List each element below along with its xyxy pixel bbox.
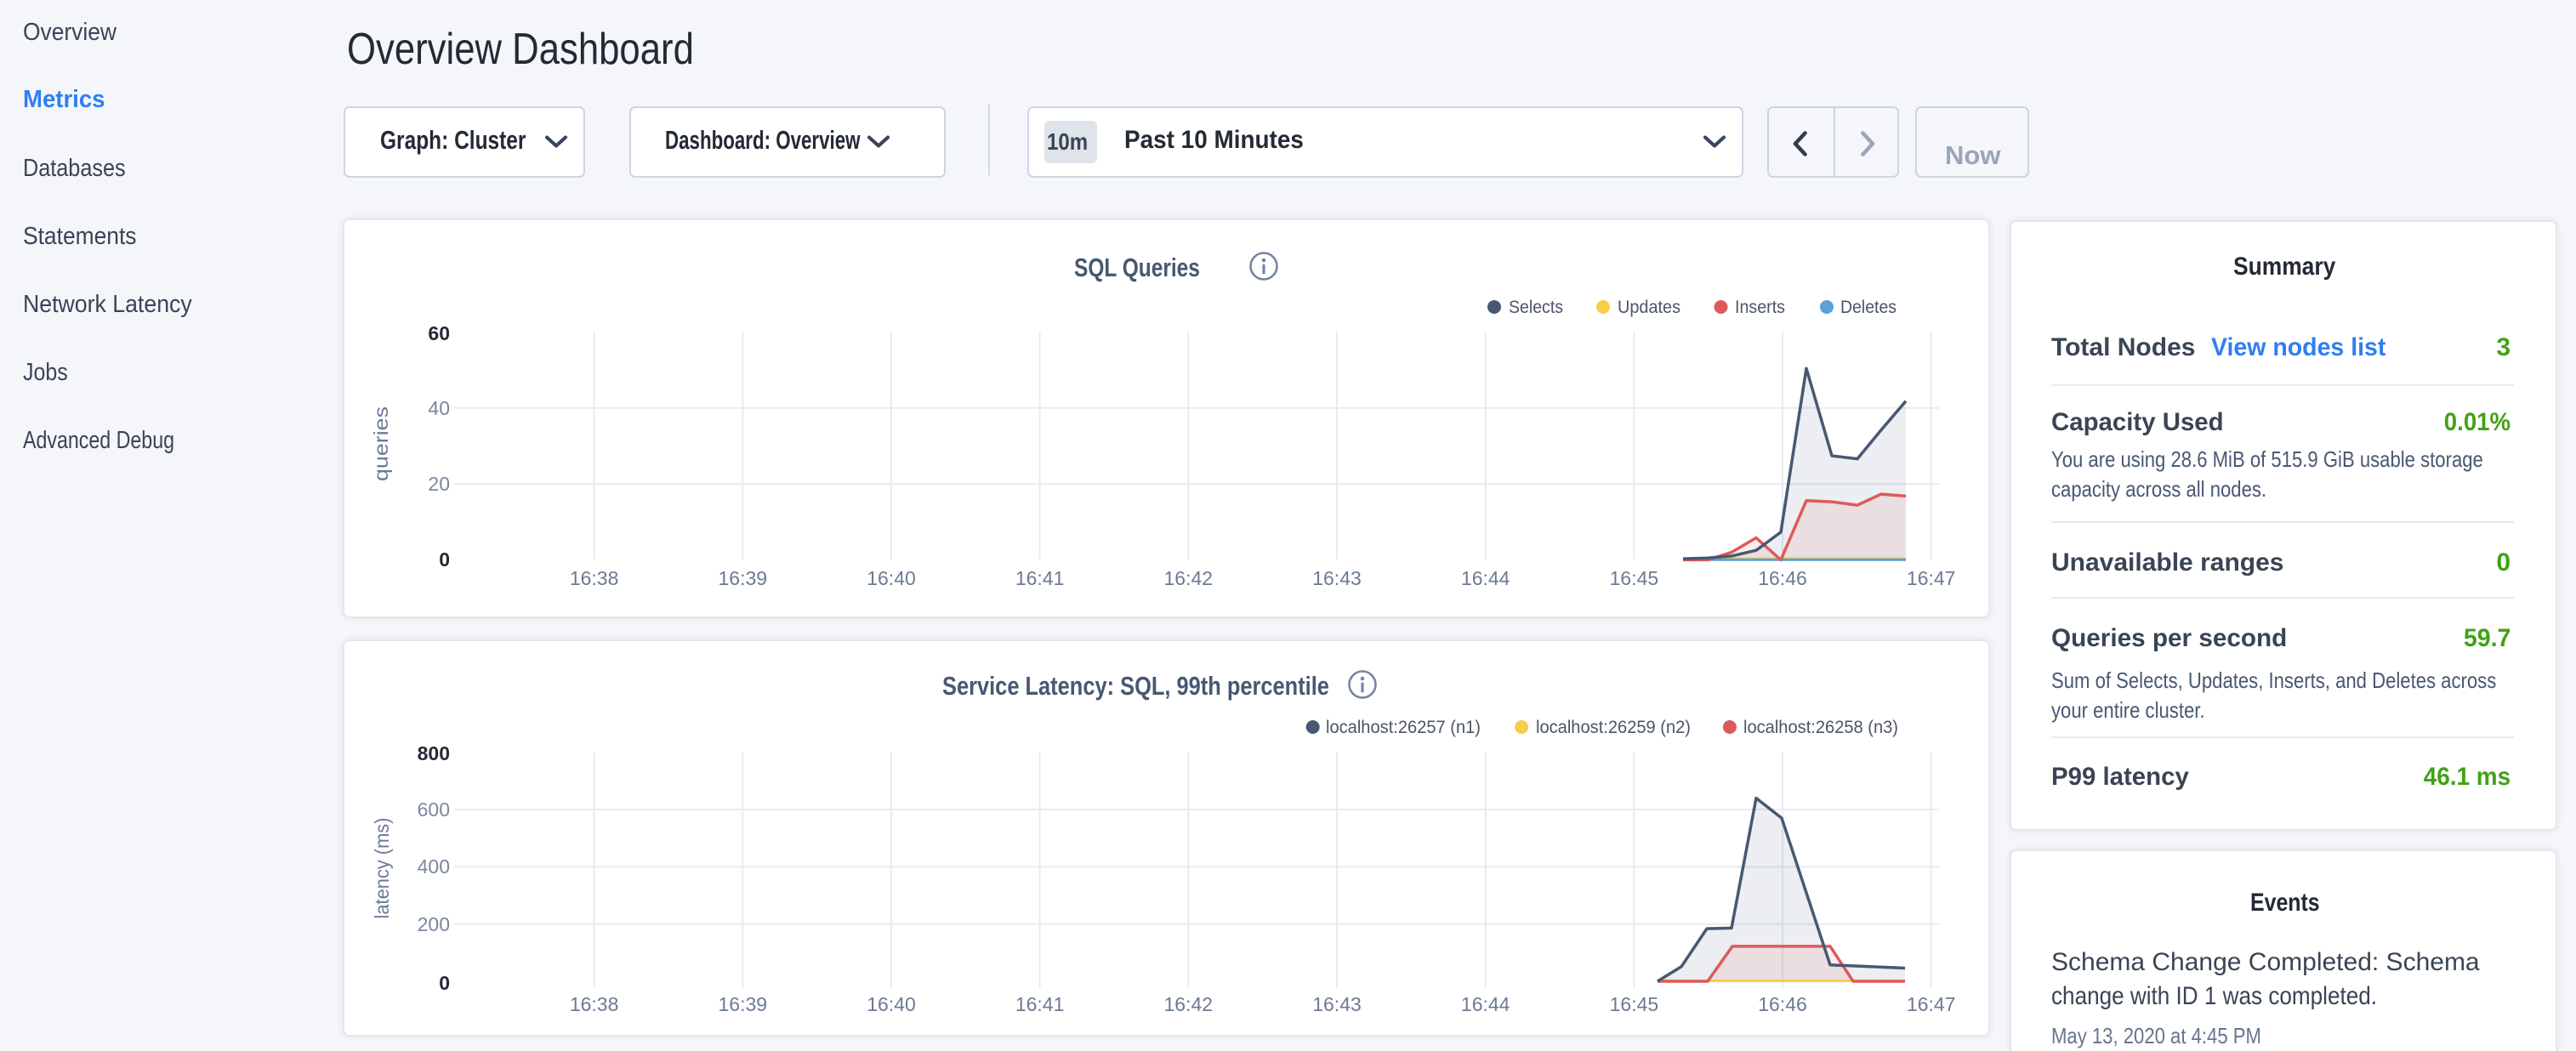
svg-text:16:47: 16:47 <box>1907 993 1956 1015</box>
svg-text:16:41: 16:41 <box>1015 993 1065 1015</box>
svg-text:400: 400 <box>418 855 450 878</box>
svg-text:16:42: 16:42 <box>1164 567 1214 589</box>
svg-text:16:44: 16:44 <box>1461 993 1510 1015</box>
svg-text:16:38: 16:38 <box>570 567 619 589</box>
svg-text:200: 200 <box>418 913 450 935</box>
svg-text:16:39: 16:39 <box>719 567 768 589</box>
svg-text:16:39: 16:39 <box>719 993 768 1015</box>
svg-text:16:46: 16:46 <box>1758 567 1807 589</box>
svg-text:16:40: 16:40 <box>867 993 916 1015</box>
svg-text:localhost:26257 (n1): localhost:26257 (n1) <box>1326 718 1481 737</box>
svg-text:16:42: 16:42 <box>1164 993 1214 1015</box>
svg-text:16:45: 16:45 <box>1610 567 1659 589</box>
svg-text:600: 600 <box>418 798 450 821</box>
svg-text:800: 800 <box>418 742 450 764</box>
svg-text:0: 0 <box>439 972 450 994</box>
svg-text:60: 60 <box>428 322 450 344</box>
svg-text:Updates: Updates <box>1618 298 1680 317</box>
svg-text:16:43: 16:43 <box>1312 993 1362 1015</box>
svg-text:40: 40 <box>428 397 450 419</box>
svg-text:16:38: 16:38 <box>570 993 619 1015</box>
svg-text:20: 20 <box>428 473 450 495</box>
svg-text:16:43: 16:43 <box>1312 567 1362 589</box>
svg-text:16:44: 16:44 <box>1461 567 1510 589</box>
svg-text:localhost:26259 (n2): localhost:26259 (n2) <box>1536 718 1691 737</box>
svg-text:16:46: 16:46 <box>1758 993 1807 1015</box>
svg-text:Inserts: Inserts <box>1735 298 1785 317</box>
svg-text:queries: queries <box>370 406 392 481</box>
svg-text:16:47: 16:47 <box>1907 567 1956 589</box>
svg-text:Deletes: Deletes <box>1840 298 1896 317</box>
svg-text:latency (ms): latency (ms) <box>371 818 393 919</box>
svg-text:Selects: Selects <box>1509 298 1563 317</box>
svg-text:16:45: 16:45 <box>1610 993 1659 1015</box>
svg-text:16:41: 16:41 <box>1015 567 1065 589</box>
svg-text:16:40: 16:40 <box>867 567 916 589</box>
svg-text:0: 0 <box>439 548 450 571</box>
svg-text:localhost:26258 (n3): localhost:26258 (n3) <box>1743 718 1898 737</box>
